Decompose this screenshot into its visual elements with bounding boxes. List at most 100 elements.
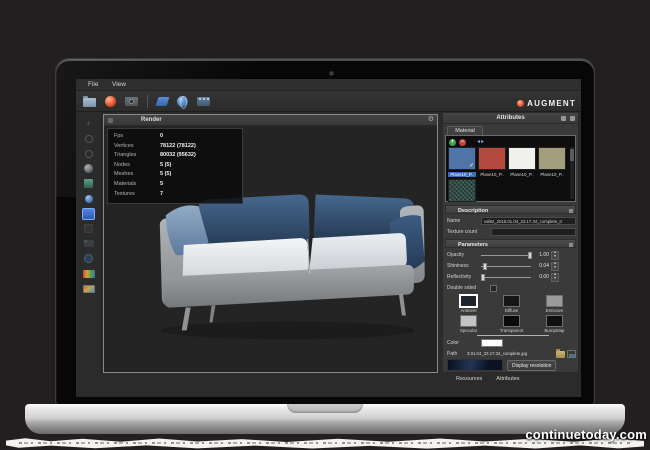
tiny-text-line (18, 442, 632, 444)
light-tool-icon[interactable] (82, 193, 95, 204)
material-browser: + − ◂▸ ✓ Plane10_P.. Plane10_P.. Plane10… (445, 135, 576, 202)
app-window: File View AUGMENT + Render ⚙ Fps 0 Verti… (76, 79, 581, 397)
video-tool-icon[interactable] (197, 97, 210, 106)
rotate-tool-icon[interactable] (82, 148, 95, 159)
diffuse-map-swatch[interactable] (503, 295, 520, 307)
augment-logo-text: AUGMENT (527, 98, 576, 108)
pan-tool-icon[interactable]: + (82, 118, 95, 129)
material-nav-arrows-icon[interactable]: ◂▸ (477, 139, 485, 146)
material-toolbar: + − ◂▸ (449, 138, 485, 146)
material-swatch-red[interactable] (478, 147, 506, 170)
orbit-tool-icon[interactable] (82, 133, 95, 144)
material-swatch-weave[interactable] (448, 179, 476, 202)
laptop-screen-bezel: File View AUGMENT + Render ⚙ Fps 0 Verti… (55, 58, 595, 406)
camera-tool-icon[interactable] (82, 238, 95, 249)
shininess-slider[interactable] (481, 262, 531, 270)
material-swatch-blue[interactable]: ✓ (448, 147, 476, 170)
color-row: Color (447, 338, 576, 348)
texture-tool-icon[interactable] (82, 283, 95, 294)
node-tool-icon[interactable] (82, 223, 95, 234)
render-panel-title: Render (141, 117, 162, 123)
double-sided-checkbox[interactable] (490, 284, 497, 292)
collapse-icon[interactable] (569, 242, 573, 247)
stat-row: Meshes 5 (5) (114, 171, 172, 178)
watermark-text: continuetoday.com (525, 427, 647, 442)
reflectivity-stepper[interactable]: ▲ ▼ (551, 272, 559, 282)
panel-tabs: Resources Attributes (456, 376, 520, 382)
material-label: Plane10_P.. (540, 172, 564, 177)
attributes-panel-header: Attributes (443, 113, 578, 124)
augment-ball-icon[interactable] (105, 95, 116, 107)
cube-primitive-icon[interactable] (82, 178, 95, 189)
slider-handle[interactable] (480, 273, 485, 281)
parameters-section-header[interactable]: Parameters (445, 239, 576, 248)
texture-preview-thumbnail[interactable] (447, 359, 503, 371)
render-panel-header: Render ⚙ (104, 115, 437, 126)
description-section-header[interactable]: Description (445, 205, 576, 214)
image-preview-icon[interactable] (567, 350, 576, 358)
slider-handle[interactable] (483, 262, 487, 270)
material-swatch-white[interactable] (508, 147, 536, 170)
opacity-stepper[interactable]: ▲ ▼ (551, 250, 559, 260)
name-field-row: Name val92_2015.01.04_23.17.34_complete_… (447, 216, 576, 226)
texture-count-row: Texture count (447, 227, 576, 237)
render-stats-panel: Fps 0 Vertices 78122 (78122) Triangles 8003… (107, 128, 243, 205)
material-label: Plane10_P.. (448, 172, 476, 177)
path-field[interactable]: 3.01.04_23.17.34_complete.jpg (465, 350, 553, 358)
display-resolution-button[interactable]: Display resolution (507, 359, 557, 371)
tab-resources[interactable]: Resources (456, 376, 482, 382)
active-tool-icon[interactable] (82, 207, 95, 220)
texture-count-field[interactable] (491, 228, 576, 236)
remove-material-button[interactable]: − (459, 138, 466, 146)
emissive-map-swatch[interactable] (546, 295, 563, 307)
material-scrollbar[interactable] (570, 147, 574, 199)
plane-tool-icon[interactable] (155, 97, 170, 106)
slider-handle[interactable] (527, 251, 532, 259)
render-viewport[interactable]: Render ⚙ Fps 0 Vertices 78122 (78122) Tr… (103, 114, 438, 373)
viewport-settings-gear-icon[interactable]: ⚙ (428, 116, 434, 123)
transparent-map-swatch[interactable] (503, 315, 520, 327)
material-label: Plane10_P.. (510, 172, 534, 177)
material-tab[interactable]: Material (447, 126, 483, 135)
sphere-primitive-icon[interactable] (82, 163, 95, 174)
add-material-button[interactable]: + (449, 138, 456, 146)
bumpmap-swatch[interactable] (546, 315, 563, 327)
sphere-tool-icon[interactable] (177, 95, 188, 109)
ambient-map-swatch[interactable] (460, 295, 477, 307)
texture-preview-row: Display resolution (447, 359, 576, 371)
panel-dock-icon[interactable] (561, 116, 566, 121)
tab-attributes[interactable]: Attributes (496, 376, 519, 382)
material-swatch-khaki[interactable] (538, 147, 566, 170)
gradient-tool-icon[interactable] (82, 268, 95, 279)
specular-map-swatch[interactable] (460, 315, 477, 327)
stat-row: Nodes 5 (5) (114, 161, 172, 168)
screenshot-stage: File View AUGMENT + Render ⚙ Fps 0 Verti… (0, 0, 650, 450)
shininess-stepper[interactable]: ▲ ▼ (551, 261, 559, 271)
color-swatch[interactable] (481, 339, 503, 347)
path-row: Path 3.01.04_23.17.34_complete.jpg (447, 348, 576, 359)
opacity-slider[interactable] (481, 251, 532, 259)
reflectivity-slider-row: Reflectivity 0.00 ▲ ▼ (447, 272, 576, 282)
window-bottom-bar: Resources Attributes (76, 373, 581, 397)
stat-row: Materials 5 (114, 180, 164, 187)
lid-notch (287, 404, 363, 413)
section-divider (477, 335, 549, 336)
stat-row: Vertices 78122 (78122) (114, 142, 196, 149)
environment-icon[interactable] (82, 253, 95, 264)
attributes-panel-title: Attributes (496, 115, 525, 121)
material-label: Plane10_P.. (480, 172, 504, 177)
map-swatch-grid: Ambient Diffuse Emissive Specular Transp… (447, 295, 576, 333)
menu-file[interactable]: File (88, 81, 98, 88)
browse-folder-icon[interactable] (556, 348, 565, 358)
panel-pin-icon[interactable] (108, 118, 113, 123)
screenshot-icon[interactable] (125, 96, 138, 106)
attributes-panel: Attributes Material + − ◂▸ ✓ Plane10_P..… (442, 112, 579, 373)
material-swatch-row: ✓ (448, 147, 566, 170)
panel-close-icon[interactable] (570, 116, 575, 121)
stat-row: Fps 0 (114, 133, 164, 139)
open-file-icon[interactable] (83, 95, 96, 107)
menu-view[interactable]: View (112, 81, 126, 88)
reflectivity-slider[interactable] (480, 273, 531, 281)
name-field[interactable]: val92_2015.01.04_23.17.34_complete_0 (481, 217, 576, 225)
collapse-icon[interactable] (569, 208, 573, 213)
